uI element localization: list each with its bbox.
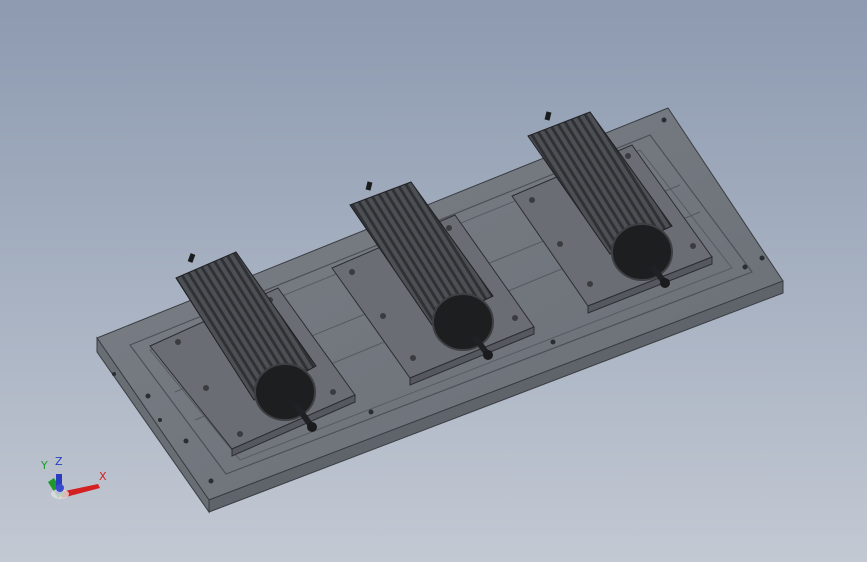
resistor-1-end-cap xyxy=(254,363,316,421)
resistor-2-end-cap xyxy=(432,293,494,351)
cad-3d-viewport[interactable]: X Y Z xyxy=(0,0,867,562)
resistor-3-end-cap xyxy=(611,223,673,281)
triad-y-label: Y xyxy=(41,459,48,472)
orientation-triad[interactable]: X Y Z xyxy=(38,452,118,508)
triad-z-label: Z xyxy=(55,455,63,468)
triad-x-label: X xyxy=(99,470,107,483)
assembly-model[interactable] xyxy=(0,0,867,562)
